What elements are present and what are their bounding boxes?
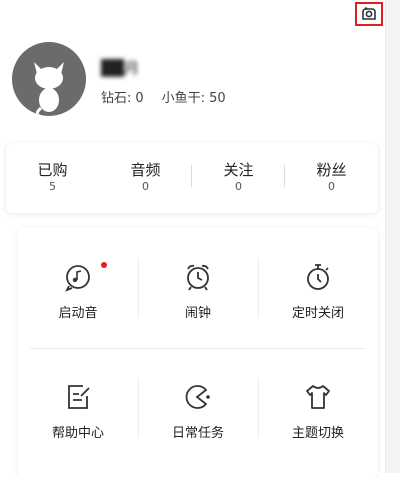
menu-timer[interactable]: 定时关闭 — [258, 228, 378, 348]
count-value: 0 — [328, 180, 335, 193]
count-followers[interactable]: 粉丝 0 — [285, 143, 378, 213]
count-value: 0 — [235, 180, 242, 193]
timer-icon — [307, 264, 329, 290]
menu-card: 启动音 闹钟 定时关闭 帮助中心 日常任务 主题切换 — [18, 228, 378, 478]
counts-card: 已购 5 音频 0 关注 0 粉丝 0 — [6, 143, 378, 213]
menu-label: 启动音 — [58, 306, 98, 321]
settings-icon — [362, 7, 376, 20]
menu-label: 帮助中心 — [51, 426, 104, 441]
count-value: 5 — [49, 180, 56, 193]
theme-switch-icon — [306, 385, 330, 409]
scrollbar-track — [385, 0, 400, 473]
menu-startup-sound[interactable]: 启动音 — [18, 228, 138, 348]
alarm-clock-icon — [187, 264, 209, 291]
diamond-value: 0 — [135, 91, 144, 106]
nickname[interactable]: ██月 — [101, 58, 175, 78]
avatar[interactable] — [12, 42, 86, 116]
count-audio[interactable]: 音频 0 — [99, 143, 192, 213]
menu-label: 闹钟 — [184, 306, 211, 321]
count-label: 粉丝 — [316, 161, 347, 179]
count-label: 关注 — [223, 161, 254, 179]
settings-button[interactable] — [355, 2, 383, 26]
count-label: 音频 — [130, 161, 161, 179]
count-label: 已购 — [37, 161, 68, 179]
menu-label: 定时关闭 — [291, 306, 344, 321]
menu-alarm[interactable]: 闹钟 — [138, 228, 258, 348]
fish-label: 小鱼干: — [161, 91, 206, 106]
menu-label: 主题切换 — [291, 426, 344, 441]
menu-daily-task[interactable]: 日常任务 — [138, 348, 258, 468]
menu-theme-switch[interactable]: 主题切换 — [258, 348, 378, 468]
user-stats: 钻石: 0 小鱼干: 50 — [101, 87, 230, 106]
menu-label: 日常任务 — [171, 426, 224, 441]
notification-dot — [101, 262, 107, 268]
daily-task-icon — [185, 385, 210, 409]
menu-help-center[interactable]: 帮助中心 — [18, 348, 138, 468]
count-purchased[interactable]: 已购 5 — [6, 143, 99, 213]
cat-avatar-icon — [34, 62, 64, 116]
startup-sound-icon — [65, 265, 90, 292]
count-following[interactable]: 关注 0 — [192, 143, 285, 213]
diamond-label: 钻石: — [101, 91, 132, 106]
count-value: 0 — [142, 180, 149, 193]
fish-value: 50 — [209, 91, 226, 106]
help-center-icon — [68, 385, 90, 409]
